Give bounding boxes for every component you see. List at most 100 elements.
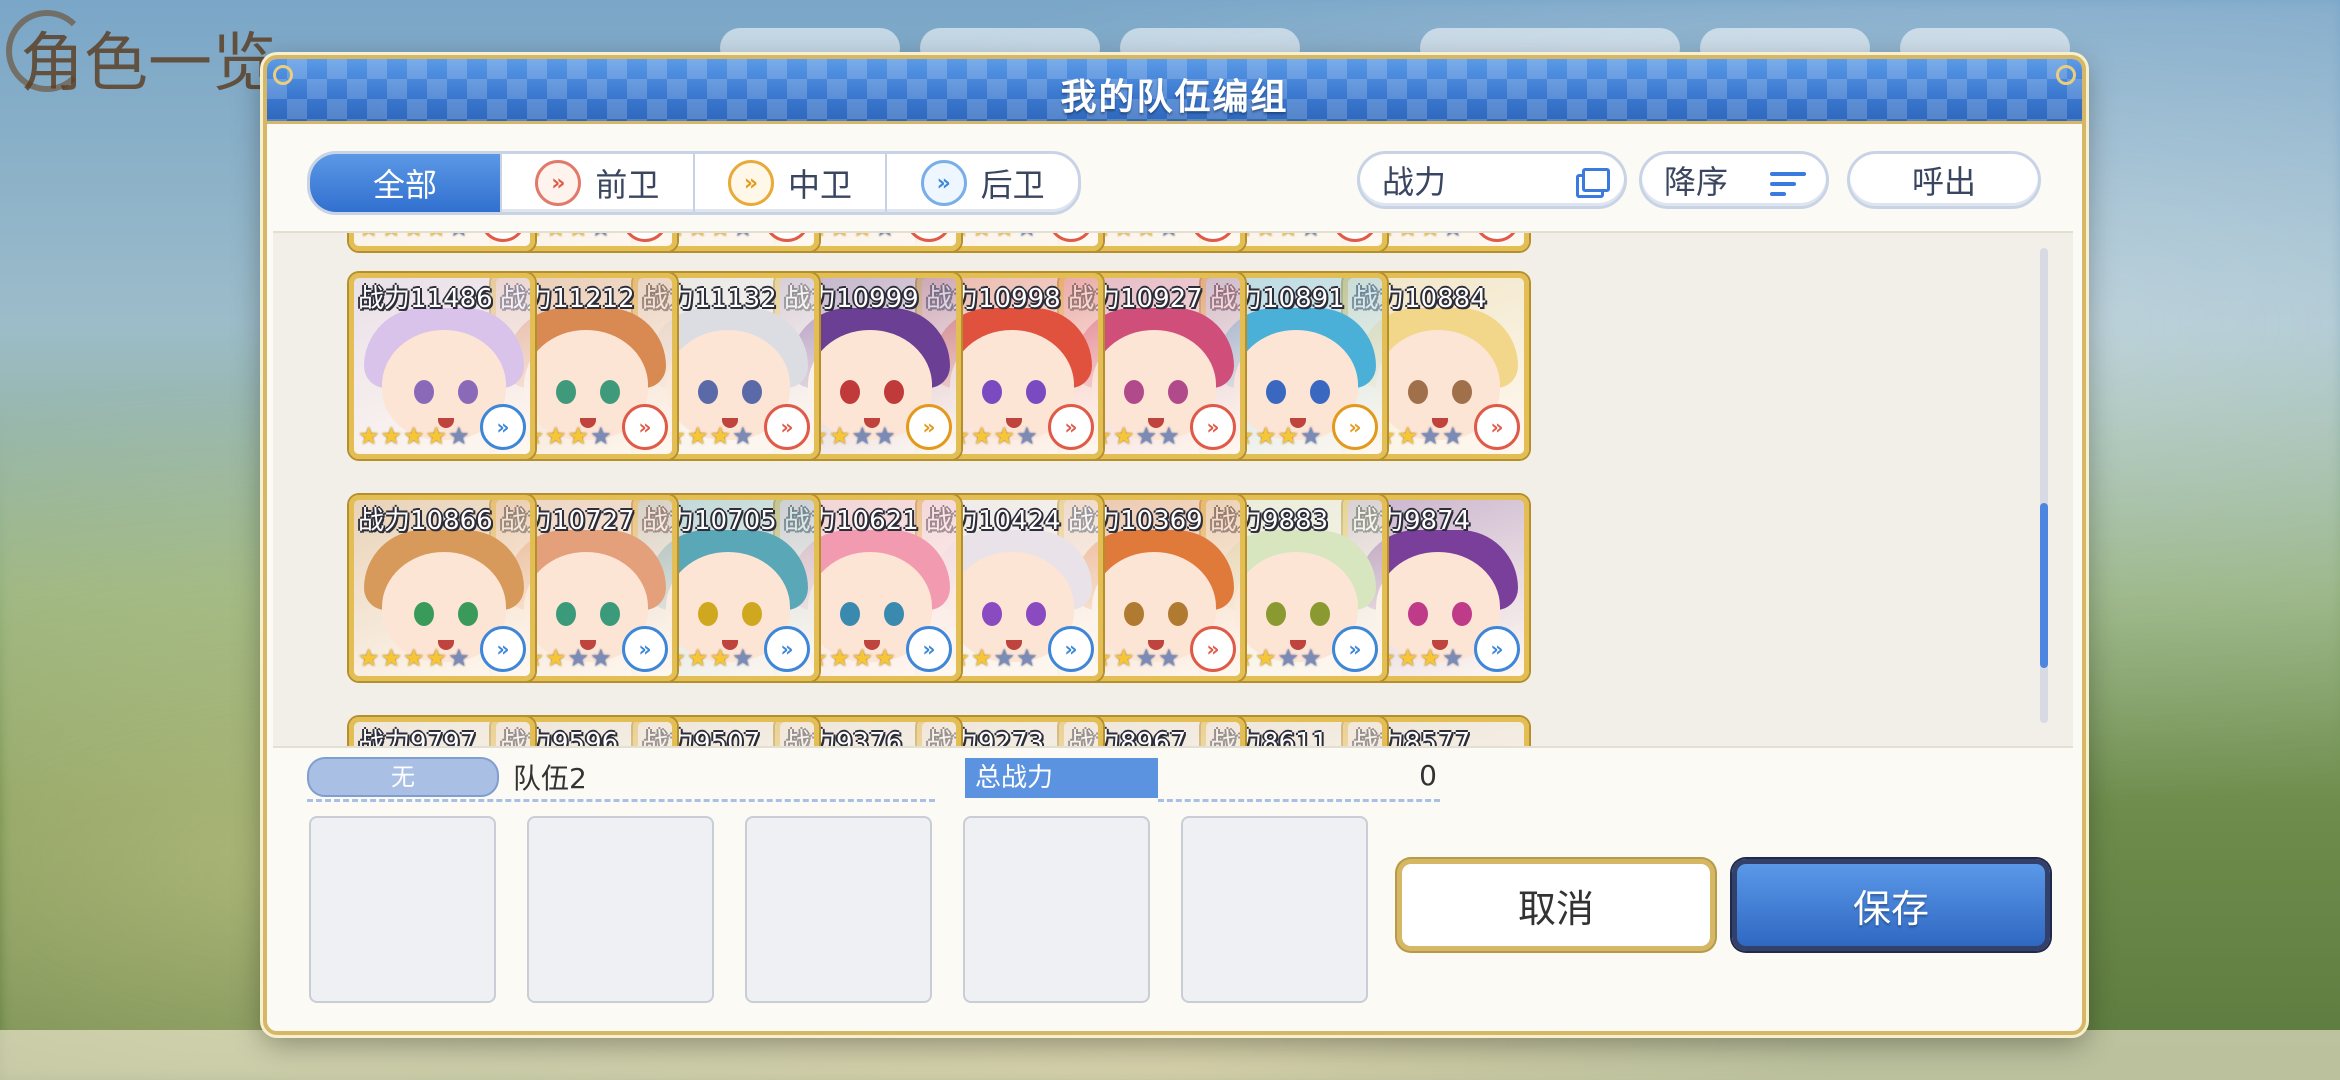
save-button[interactable]: 保存 xyxy=(1732,859,2050,951)
cancel-button[interactable]: 取消 xyxy=(1397,859,1715,951)
front-role-icon: » xyxy=(535,160,582,206)
character-eye xyxy=(1124,380,1144,404)
character-eye xyxy=(698,602,718,626)
star-icon: ★ xyxy=(358,644,380,672)
role-back-icon: » xyxy=(906,626,952,672)
team-name[interactable]: 队伍2 xyxy=(513,757,587,797)
team-slot[interactable] xyxy=(745,816,932,1003)
sort-order-label: 降序 xyxy=(1664,163,1729,201)
role-back-icon: » xyxy=(480,626,526,672)
star-icon: ★ xyxy=(851,422,874,450)
star-icon: ★ xyxy=(545,644,567,672)
character-eye xyxy=(1266,380,1286,404)
team-badge: 无 xyxy=(307,757,499,797)
tab-label: 前卫 xyxy=(595,166,660,204)
role-front-icon: » xyxy=(1190,626,1236,672)
role-back-icon: » xyxy=(764,626,810,672)
team-slot[interactable] xyxy=(1181,816,1368,1003)
star-icon: ★ xyxy=(1419,644,1442,672)
star-icon: ★ xyxy=(1255,233,1277,240)
star-icon: ★ xyxy=(1397,644,1419,672)
team-slot[interactable] xyxy=(527,816,714,1003)
star-icon: ★ xyxy=(380,644,403,672)
star-icon: ★ xyxy=(1158,644,1180,672)
star-icon: ★ xyxy=(403,233,425,240)
star-rating: ★★★★★ xyxy=(358,233,470,240)
star-icon: ★ xyxy=(993,644,1016,672)
character-eye xyxy=(884,380,904,404)
call-label: 呼出 xyxy=(1911,163,1976,201)
tab-middle[interactable]: » 中卫 xyxy=(695,154,888,212)
character-eye xyxy=(884,602,904,626)
star-icon: ★ xyxy=(732,644,754,672)
star-icon: ★ xyxy=(829,644,851,672)
scrollbar[interactable] xyxy=(2040,248,2048,723)
background-menu-bar xyxy=(0,1030,2340,1080)
power-label: 战力10866 xyxy=(358,506,493,536)
star-icon: ★ xyxy=(448,233,470,240)
star-icon: ★ xyxy=(426,233,448,240)
star-icon: ★ xyxy=(545,233,567,240)
character-eye xyxy=(982,380,1002,404)
character-eye xyxy=(1026,380,1046,404)
scrollbar-thumb[interactable] xyxy=(2040,503,2048,668)
character-eye xyxy=(840,602,860,626)
star-icon: ★ xyxy=(1135,644,1158,672)
star-icon: ★ xyxy=(1300,233,1322,240)
tab-label: 后卫 xyxy=(980,166,1045,204)
star-icon: ★ xyxy=(852,233,874,240)
middle-role-icon: » xyxy=(728,160,774,206)
tab-back[interactable]: » 后卫 xyxy=(887,154,1078,212)
divider xyxy=(307,799,935,802)
star-icon: ★ xyxy=(590,644,612,672)
team-slot[interactable] xyxy=(963,816,1150,1003)
character-eye xyxy=(1266,602,1286,626)
star-icon: ★ xyxy=(448,422,470,450)
character-eye xyxy=(698,380,718,404)
call-button[interactable]: 呼出 xyxy=(1847,151,2041,209)
tab-front[interactable]: » 前卫 xyxy=(502,154,695,212)
star-icon: ★ xyxy=(1158,233,1180,240)
character-face xyxy=(950,231,1074,232)
character-card[interactable]: 战力11486 ★ ★ ★ ★ ★» xyxy=(349,273,535,459)
star-icon: ★ xyxy=(403,644,425,672)
star-icon: ★ xyxy=(874,644,896,672)
star-icon: ★ xyxy=(1300,422,1322,450)
star-icon: ★ xyxy=(1277,644,1300,672)
character-eye xyxy=(556,380,576,404)
star-icon: ★ xyxy=(567,644,590,672)
role-front-icon: » xyxy=(1474,404,1520,450)
character-eye xyxy=(600,602,620,626)
tab-all[interactable]: 全部 xyxy=(310,154,502,212)
character-card[interactable]: 战力9797 xyxy=(349,717,535,746)
team-slot[interactable] xyxy=(309,816,496,1003)
character-eye xyxy=(414,380,434,404)
star-icon: ★ xyxy=(590,233,612,240)
character-eye xyxy=(1026,602,1046,626)
star-icon: ★ xyxy=(403,422,425,450)
star-icon: ★ xyxy=(994,233,1016,240)
sort-order-button[interactable]: 降序 xyxy=(1639,151,1829,209)
character-card[interactable]: 战力10866 ★ ★ ★ ★ ★» xyxy=(349,495,535,681)
sort-field-label: 战力 xyxy=(1382,163,1447,201)
star-icon: ★ xyxy=(1255,422,1277,450)
star-icon: ★ xyxy=(1113,644,1135,672)
star-icon: ★ xyxy=(993,422,1016,450)
star-icon: ★ xyxy=(971,644,993,672)
character-eye xyxy=(556,602,576,626)
star-icon: ★ xyxy=(448,644,470,672)
character-card[interactable]: ★★★★★» xyxy=(349,233,535,251)
star-icon: ★ xyxy=(1136,233,1158,240)
character-eye xyxy=(742,380,762,404)
character-grid[interactable]: 战力8577 战力8611 战力8967 战力9273 战力9376 战力9507 战力95… xyxy=(273,231,2073,748)
character-eye xyxy=(840,380,860,404)
screen-title: 角色一览 xyxy=(20,27,276,101)
star-icon: ★ xyxy=(545,422,567,450)
character-eye xyxy=(1168,380,1188,404)
character-eye xyxy=(1408,380,1428,404)
character-eye xyxy=(742,602,762,626)
character-eye xyxy=(982,602,1002,626)
star-icon: ★ xyxy=(358,422,380,450)
sort-field-button[interactable]: 战力 xyxy=(1357,151,1627,209)
back-role-icon: » xyxy=(920,160,967,206)
